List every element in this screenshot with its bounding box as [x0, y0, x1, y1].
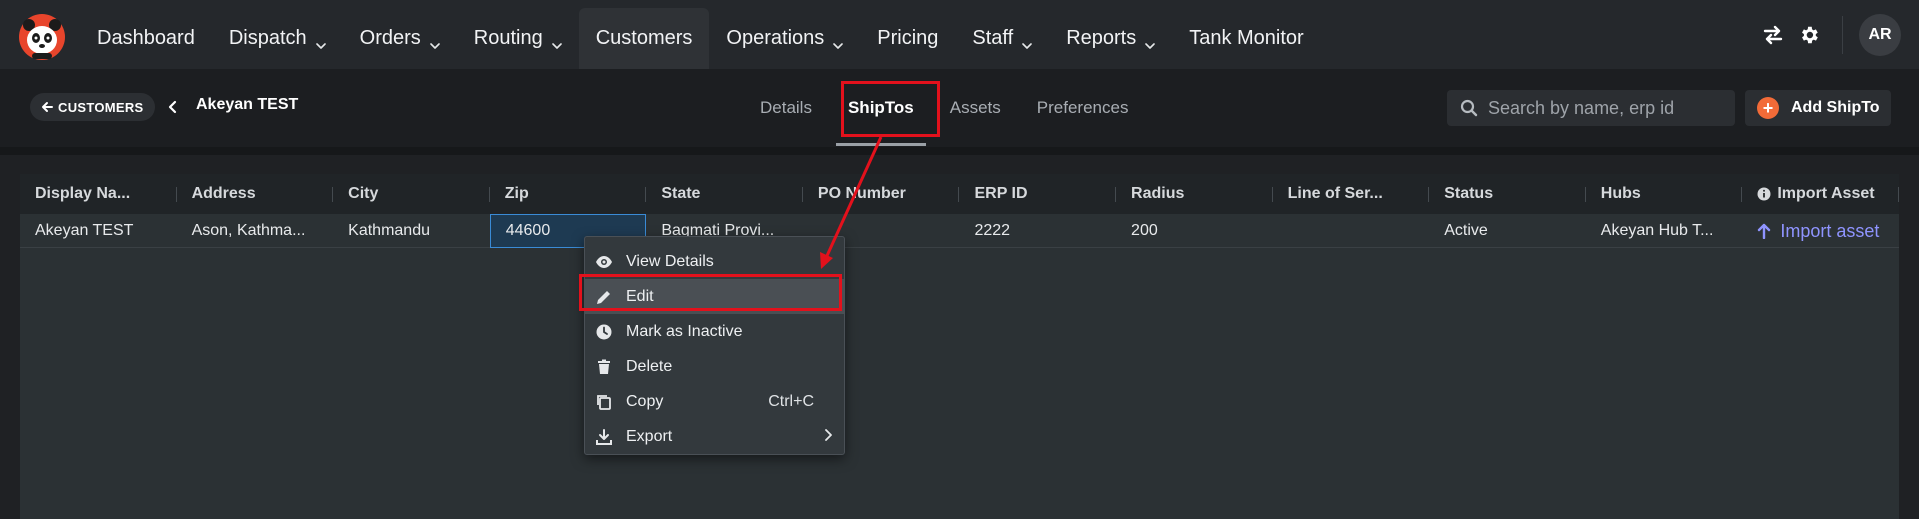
annotation-arrow	[820, 136, 883, 269]
